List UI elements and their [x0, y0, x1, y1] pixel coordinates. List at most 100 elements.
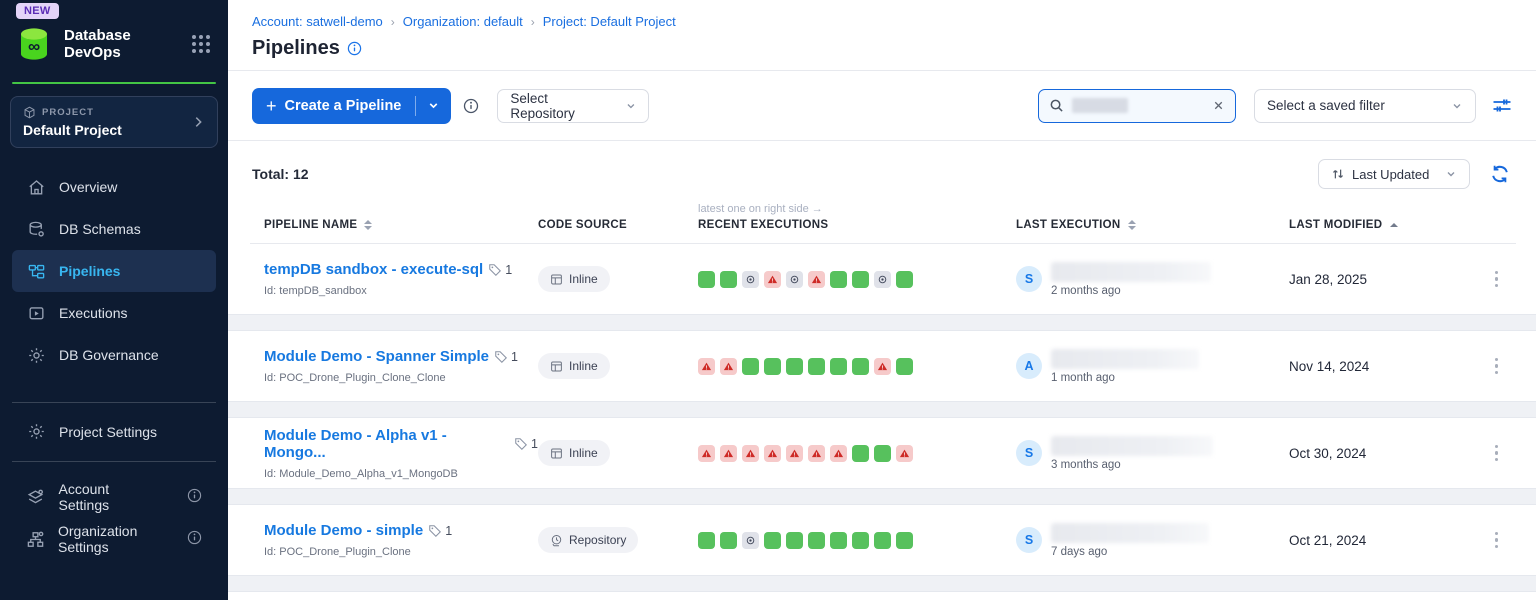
project-name: Default Project	[23, 122, 191, 138]
error-triangle-icon	[789, 448, 800, 459]
column-header-pipeline-name[interactable]: PIPELINE NAME	[264, 219, 538, 231]
pipeline-name-link[interactable]: tempDB sandbox - execute-sql	[264, 261, 483, 278]
select-repository-dropdown[interactable]: Select Repository	[497, 89, 649, 123]
row-separator	[228, 314, 1536, 331]
sidebar-item-label: Account Settings	[59, 481, 161, 513]
pipeline-name-link[interactable]: Module Demo - simple	[264, 522, 423, 539]
tag-count: 1	[488, 263, 512, 277]
redacted-user-name	[1051, 436, 1213, 456]
execution-status-success	[808, 358, 825, 375]
sidebar-item-organization-settings[interactable]: Organization Settings	[12, 518, 216, 560]
last-execution-time: 2 months ago	[1051, 285, 1211, 297]
create-pipeline-button[interactable]: + Create a Pipeline	[252, 88, 451, 124]
info-icon[interactable]	[463, 98, 479, 114]
execution-status-success	[830, 271, 847, 288]
sort-carets-icon	[364, 220, 372, 231]
saved-filter-dropdown[interactable]: Select a saved filter	[1254, 89, 1476, 123]
sidebar-item-account-settings[interactable]: Account Settings	[12, 476, 216, 518]
breadcrumb: Account: satwell-demo › Organization: de…	[252, 14, 1512, 29]
plus-icon: +	[266, 97, 277, 115]
execution-status-success	[896, 358, 913, 375]
database-icon	[26, 219, 46, 239]
sidebar-item-pipelines[interactable]: Pipelines	[12, 250, 216, 292]
sidebar-item-overview[interactable]: Overview	[12, 166, 216, 208]
execution-status-success	[720, 532, 737, 549]
column-header-last-execution[interactable]: LAST EXECUTION	[1016, 219, 1289, 231]
apps-grid-icon[interactable]	[190, 33, 212, 55]
pipeline-name-link[interactable]: Module Demo - Alpha v1 - Mongo...	[264, 427, 509, 461]
info-icon[interactable]	[187, 488, 202, 506]
execution-status-error	[874, 358, 891, 375]
info-icon[interactable]	[187, 530, 202, 548]
breadcrumb-organization-link[interactable]: Organization: default	[403, 14, 523, 29]
sidebar-item-db-governance[interactable]: DB Governance	[12, 334, 216, 376]
pipeline-id: Id: Module_Demo_Alpha_v1_MongoDB	[264, 468, 538, 480]
sidebar-item-executions[interactable]: Executions	[12, 292, 216, 334]
pipeline-icon	[26, 261, 46, 281]
search-input[interactable]	[1038, 89, 1236, 123]
execution-status-success	[786, 358, 803, 375]
tag-count: 1	[494, 350, 518, 364]
list-bar: Total: 12 Last Updated	[250, 141, 1516, 203]
error-triangle-icon	[745, 448, 756, 459]
org-chart-gear-icon	[26, 529, 45, 549]
toolbar: + Create a Pipeline Select Repository	[228, 71, 1536, 141]
execution-status-error	[698, 445, 715, 462]
chevron-right-icon	[191, 115, 205, 129]
inline-source-icon	[550, 273, 563, 286]
svg-text:∞: ∞	[28, 37, 40, 56]
sort-by-dropdown[interactable]: Last Updated	[1318, 159, 1470, 189]
last-modified-date: Jan 28, 2025	[1289, 272, 1449, 287]
refresh-button[interactable]	[1486, 160, 1514, 188]
row-menu-kebab-icon[interactable]	[1489, 439, 1505, 467]
pipeline-id: Id: POC_Drone_Plugin_Clone	[264, 546, 538, 558]
execution-status-error	[896, 445, 913, 462]
gear-icon	[26, 345, 46, 365]
execution-status-success	[764, 532, 781, 549]
sidebar-item-label: DB Schemas	[59, 221, 141, 237]
recent-executions	[698, 445, 1016, 462]
new-badge: NEW	[16, 3, 59, 19]
status-dot-circle-icon	[745, 535, 756, 546]
tag-icon	[514, 437, 528, 451]
create-pipeline-dropdown-toggle[interactable]	[416, 99, 451, 112]
execution-status-success	[830, 358, 847, 375]
error-triangle-icon	[723, 361, 734, 372]
execution-status-error	[808, 271, 825, 288]
sidebar-nav: Overview DB Schemas Pipelines Executions	[0, 166, 228, 376]
avatar: S	[1016, 266, 1042, 292]
breadcrumb-project-link[interactable]: Project: Default Project	[543, 14, 676, 29]
sidebar-item-db-schemas[interactable]: DB Schemas	[12, 208, 216, 250]
project-selector[interactable]: PROJECT Default Project	[10, 96, 218, 148]
sidebar-item-project-settings[interactable]: Project Settings	[12, 417, 216, 447]
pipeline-name-link[interactable]: Module Demo - Spanner Simple	[264, 348, 489, 365]
execution-status-neutral	[742, 271, 759, 288]
code-source-badge: Repository	[538, 527, 638, 553]
row-menu-kebab-icon[interactable]	[1489, 265, 1505, 293]
main-content: Account: satwell-demo › Organization: de…	[228, 0, 1536, 600]
status-dot-circle-icon	[877, 274, 888, 285]
filter-sliders-button[interactable]	[1488, 93, 1516, 118]
breadcrumb-account-link[interactable]: Account: satwell-demo	[252, 14, 383, 29]
tag-icon	[488, 263, 502, 277]
pipeline-id: Id: tempDB_sandbox	[264, 285, 538, 297]
execution-status-success	[720, 271, 737, 288]
pipelines-list-section: Total: 12 Last Updated	[228, 141, 1536, 600]
app-title: Database DevOps	[64, 27, 180, 61]
chevron-down-icon	[625, 100, 637, 112]
sidebar-item-label: DB Governance	[59, 347, 159, 363]
row-menu-kebab-icon[interactable]	[1489, 526, 1505, 554]
pipeline-id: Id: POC_Drone_Plugin_Clone_Clone	[264, 372, 538, 384]
column-header-last-modified[interactable]: LAST MODIFIED	[1289, 219, 1449, 231]
redacted-user-name	[1051, 523, 1209, 543]
info-icon[interactable]	[347, 41, 362, 56]
clear-search-icon[interactable]	[1212, 99, 1225, 112]
avatar: A	[1016, 353, 1042, 379]
tag-icon	[428, 524, 442, 538]
execution-status-success	[874, 532, 891, 549]
execution-status-success	[830, 532, 847, 549]
column-header-recent-executions: latest one on right side → RECENT EXECUT…	[698, 203, 1016, 231]
row-menu-kebab-icon[interactable]	[1489, 352, 1505, 380]
search-icon	[1049, 98, 1064, 113]
total-count: Total: 12	[252, 166, 309, 182]
